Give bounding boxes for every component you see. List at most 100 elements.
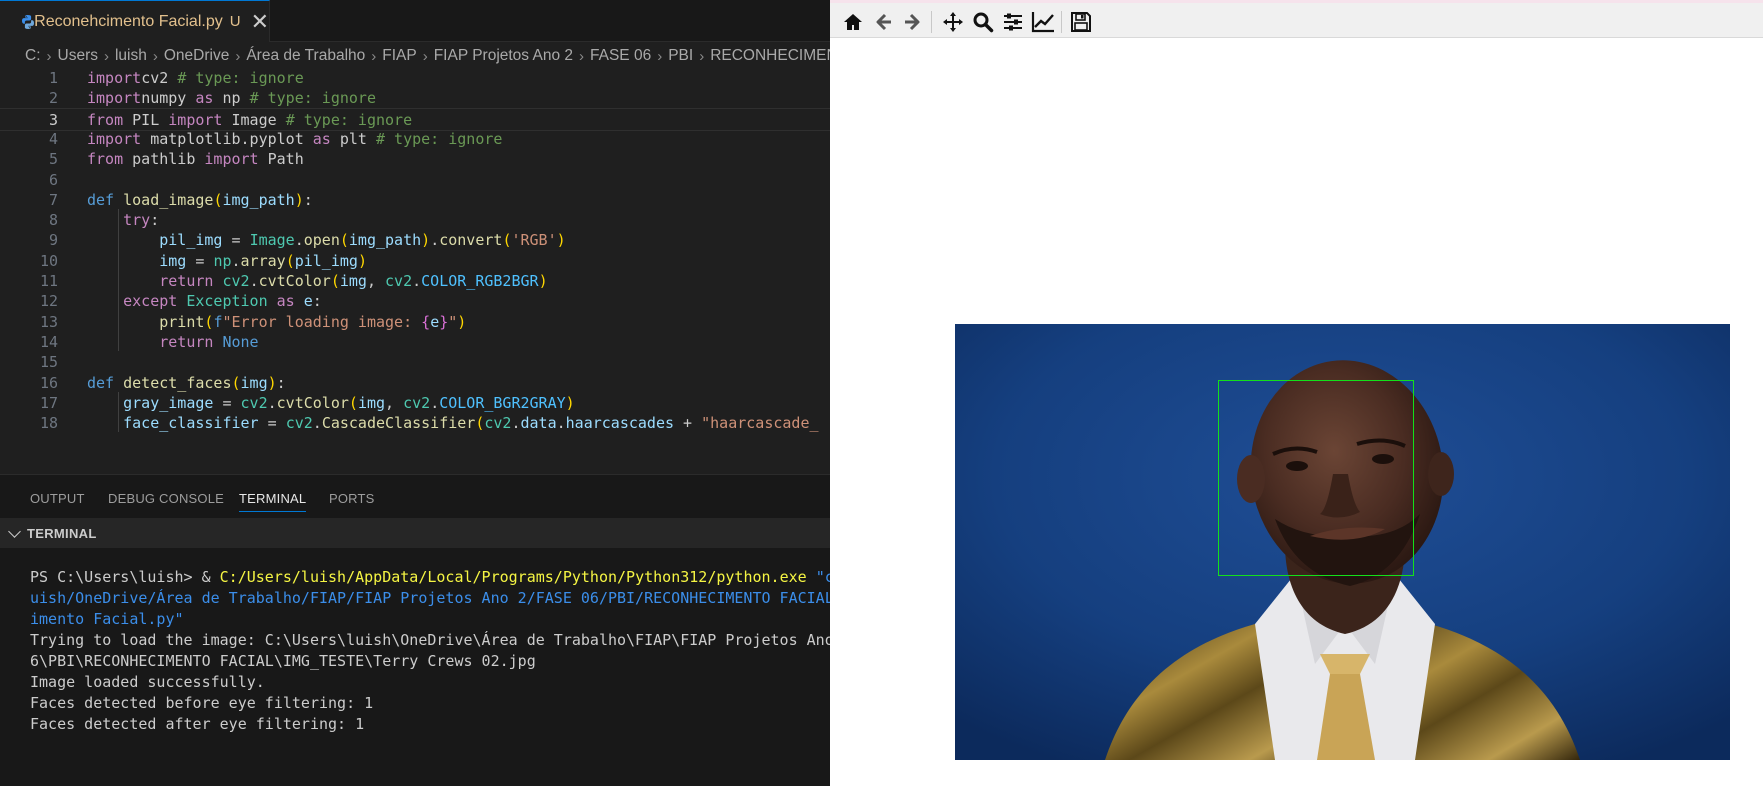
code-token: = xyxy=(213,393,241,412)
breadcrumb-item[interactable]: OneDrive xyxy=(164,47,229,65)
face-detection-image xyxy=(955,324,1730,760)
code-token: as xyxy=(195,89,214,108)
terminal-text: C:/Users/luish/AppData/Local/Programs/Py… xyxy=(219,568,807,586)
code-token: cv2 xyxy=(222,272,250,290)
code-token: cv2 xyxy=(385,272,413,290)
chevron-down-icon xyxy=(8,524,21,538)
forward-icon[interactable] xyxy=(900,9,926,35)
code-line[interactable]: 18 face_classifier = cv2.CascadeClassifi… xyxy=(0,412,830,435)
code-token: : xyxy=(312,292,322,311)
terminal-line: PS C:\Users\luish> & C:/Users/luish/AppD… xyxy=(30,567,830,588)
zoom-icon[interactable] xyxy=(970,9,996,35)
tab-output[interactable]: OUTPUT xyxy=(30,491,85,506)
terminal-text: Faces detected before eye filtering: 1 xyxy=(30,694,374,712)
terminal-section-header[interactable]: TERMINAL xyxy=(0,518,830,548)
breadcrumb-separator-icon: › xyxy=(579,47,585,65)
pan-icon[interactable] xyxy=(940,9,966,35)
tab-ports[interactable]: PORTS xyxy=(329,491,375,506)
code-token: ) xyxy=(565,393,575,412)
code-token: . xyxy=(430,231,440,250)
breadcrumb-separator-icon: › xyxy=(422,47,428,65)
code-token: e xyxy=(430,312,440,331)
editor-tab-bar: Reconehcimento Facial.py U ✕ xyxy=(0,0,830,42)
code-token: haarcascades xyxy=(565,414,675,433)
code-token: " xyxy=(448,312,458,331)
close-icon[interactable]: ✕ xyxy=(251,10,269,33)
code-token: cv2 xyxy=(403,393,431,412)
breadcrumb-item[interactable]: C: xyxy=(25,47,41,65)
indent-guide xyxy=(118,391,119,433)
tab-terminal[interactable]: TERMINAL xyxy=(239,491,307,512)
code-token: . xyxy=(430,393,440,412)
code-token: "haarcascade_ xyxy=(701,414,819,433)
code-text: face_classifier = cv2.CascadeClassifier(… xyxy=(87,412,819,435)
save-icon[interactable] xyxy=(1068,9,1094,35)
breadcrumb-separator-icon: › xyxy=(371,47,377,65)
code-token: img xyxy=(240,373,268,392)
code-token: ) xyxy=(538,272,548,290)
code-token: from xyxy=(87,110,124,129)
code-token: ) xyxy=(457,312,467,331)
code-token: , xyxy=(366,272,386,290)
tab-debug-console[interactable]: DEBUG CONSOLE xyxy=(108,491,224,506)
back-icon[interactable] xyxy=(870,9,896,35)
editor-tab-reconhecimento[interactable]: Reconehcimento Facial.py U ✕ xyxy=(0,0,270,42)
breadcrumb-item[interactable]: FIAP Projetos Ano 2 xyxy=(434,47,573,65)
breadcrumb-item[interactable]: FASE 06 xyxy=(590,47,651,65)
code-token: + xyxy=(674,414,702,433)
toolbar-separator xyxy=(931,11,932,33)
code-token: ( xyxy=(285,251,295,270)
code-token: pil_img xyxy=(294,251,358,270)
code-token: { xyxy=(421,312,431,331)
code-token: COLOR_BGR2GRAY xyxy=(439,393,566,412)
breadcrumb-item[interactable]: PBI xyxy=(668,47,693,65)
code-token: . xyxy=(412,272,422,290)
code-token: Image xyxy=(222,110,286,129)
code-token: gray_image xyxy=(123,393,214,412)
code-token: as xyxy=(276,292,295,311)
home-icon[interactable] xyxy=(840,9,866,35)
breadcrumb-item[interactable]: Área de Trabalho xyxy=(246,47,365,65)
breadcrumb-separator-icon: › xyxy=(657,47,663,65)
figure-canvas[interactable] xyxy=(830,38,1763,786)
breadcrumb-item[interactable]: luish xyxy=(115,47,147,65)
configure-subplots-icon[interactable] xyxy=(1000,9,1026,35)
breadcrumb-item[interactable]: FIAP xyxy=(382,47,416,65)
code-token: . xyxy=(249,272,259,290)
breadcrumb-item[interactable]: RECONHECIMENTO xyxy=(710,47,830,65)
line-number: 18 xyxy=(39,414,58,433)
code-token: data xyxy=(520,414,557,433)
code-token: import xyxy=(87,129,142,148)
code-token: ( xyxy=(231,373,241,392)
code-token: : xyxy=(303,190,313,209)
code-token: "Error loading image: xyxy=(222,312,422,331)
code-token: plt xyxy=(330,129,376,148)
code-token: from xyxy=(87,150,124,169)
edit-axis-icon[interactable] xyxy=(1030,9,1056,35)
terminal-line: Faces detected after eye filtering: 1 xyxy=(30,714,830,735)
code-token: img xyxy=(339,272,367,290)
breadcrumb-separator-icon: › xyxy=(235,47,241,65)
code-token: ) xyxy=(556,231,566,250)
code-token: matplotlib.pyplot xyxy=(141,129,313,148)
breadcrumb-item[interactable]: Users xyxy=(58,47,98,65)
code-token: load_image xyxy=(123,190,214,209)
code-token: = xyxy=(222,231,250,250)
code-token: . xyxy=(312,414,322,433)
code-editor[interactable]: 1 importcv2 # type: ignore 2 importnumpy as… xyxy=(0,67,830,474)
terminal-output[interactable]: PS C:\Users\luish> & C:/Users/luish/AppD… xyxy=(30,567,830,735)
code-token: Image xyxy=(249,231,295,250)
code-token: img xyxy=(159,251,187,270)
code-token: . xyxy=(556,414,566,433)
code-token: np xyxy=(213,89,250,108)
editor-tab-label: Reconehcimento Facial.py xyxy=(34,12,223,30)
code-token: except xyxy=(123,292,178,311)
code-token: img xyxy=(357,393,386,412)
code-token: # type: ignore xyxy=(177,69,304,87)
panel-tab-bar: OUTPUT DEBUG CONSOLE TERMINAL PORTS xyxy=(0,475,830,521)
code-token: ( xyxy=(330,272,340,290)
toolbar-separator xyxy=(1061,11,1062,33)
terminal-text: PS C:\Users\luish> & xyxy=(30,568,220,586)
